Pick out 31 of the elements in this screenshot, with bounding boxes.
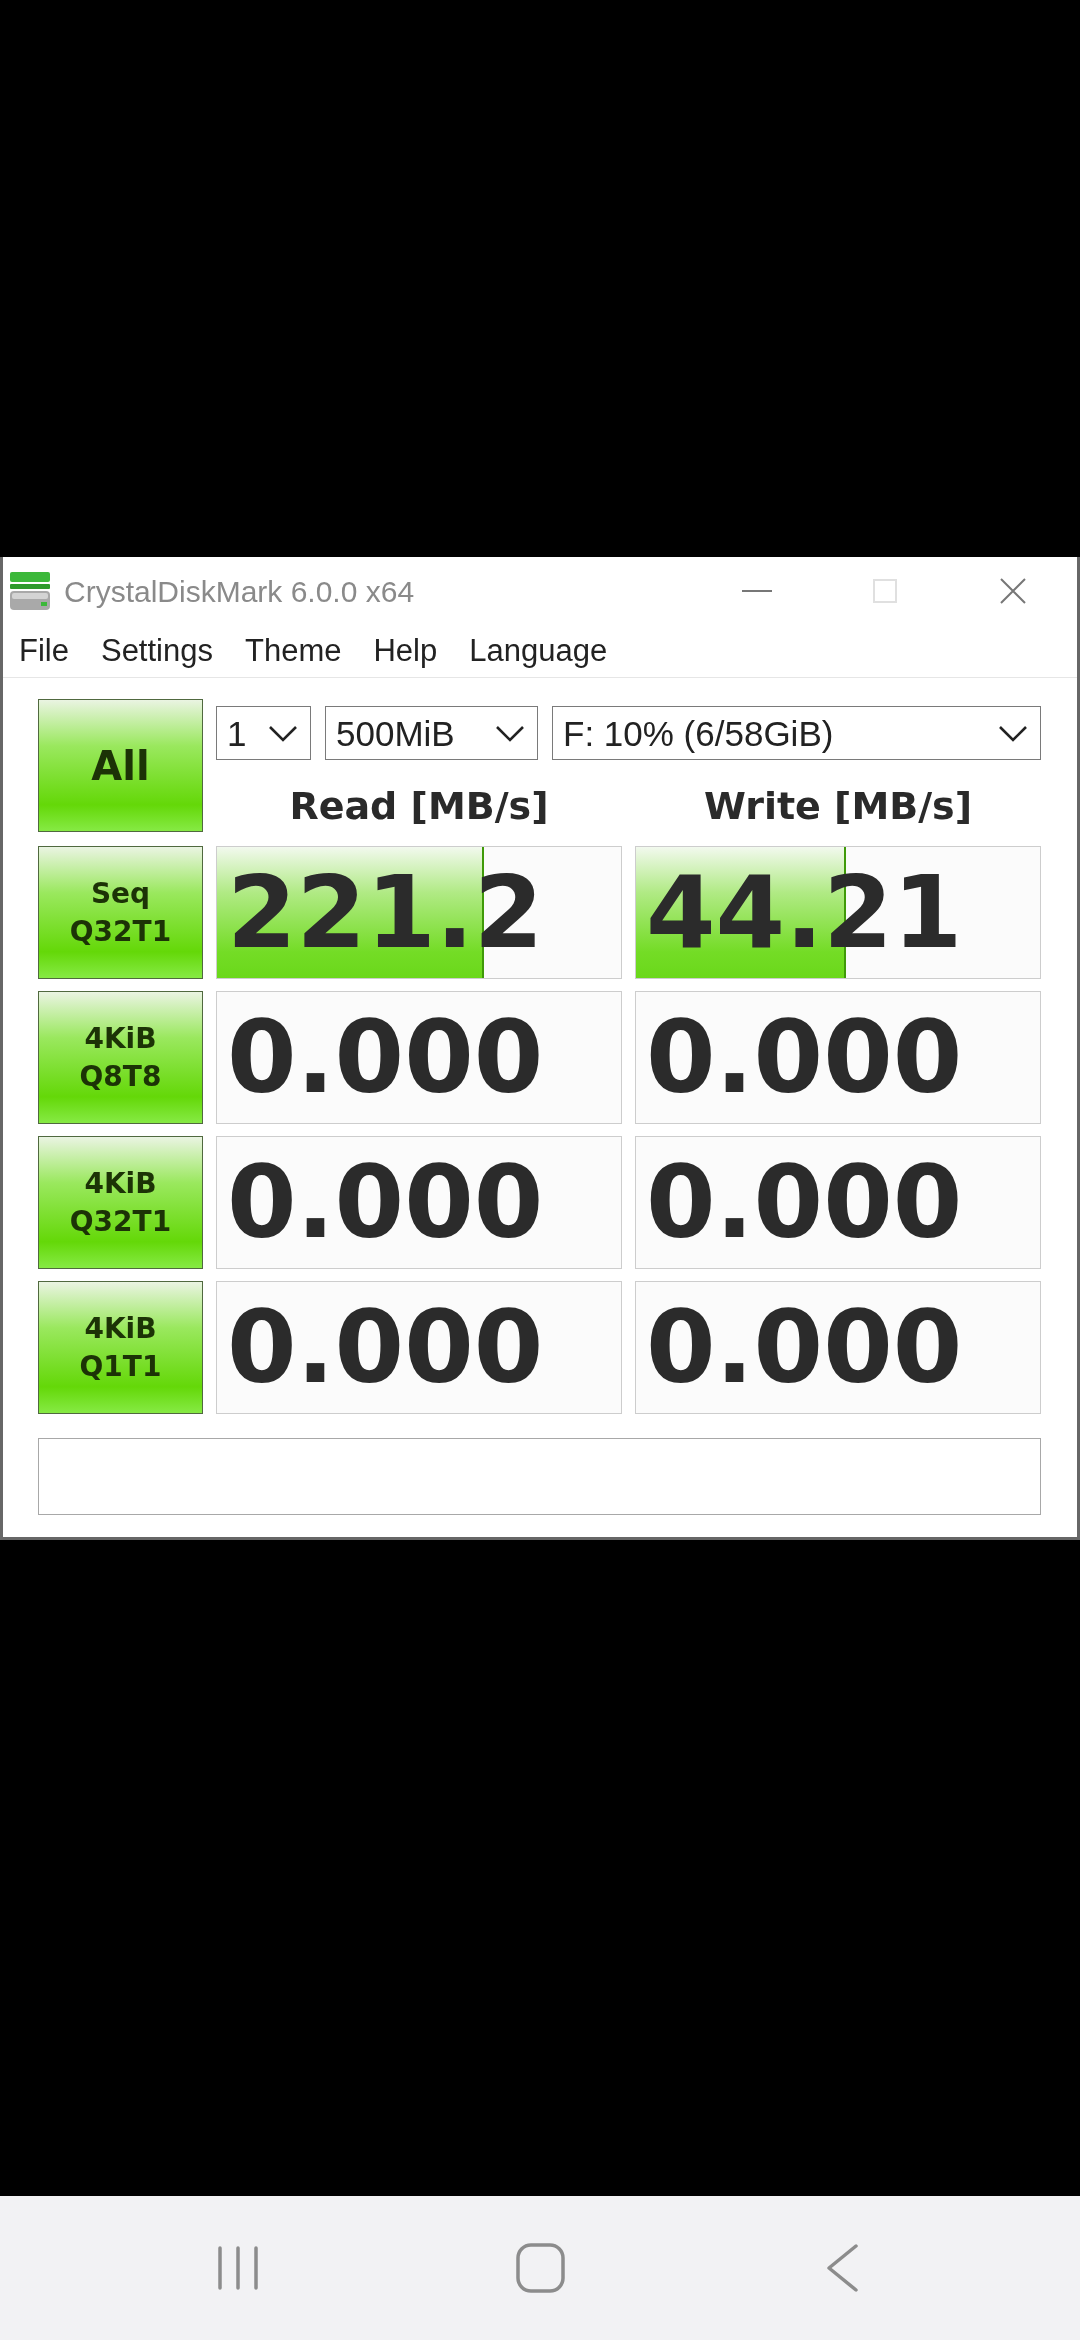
test-button[interactable]: 4KiB Q8T8 (38, 991, 203, 1124)
menu-item[interactable]: Language (453, 627, 624, 675)
speed-value: 0.000 (645, 1007, 963, 1108)
all-button[interactable]: All (38, 699, 203, 832)
speed-value: 0.000 (645, 1297, 963, 1398)
menu-item[interactable]: Help (357, 627, 454, 675)
chevron-icon (268, 724, 298, 742)
dropdown[interactable]: 1 (216, 706, 311, 760)
dropdown[interactable]: F: 10% (6/58GiB) (552, 706, 1041, 760)
test-button[interactable]: Seq Q32T1 (38, 846, 203, 979)
chevron-icon (495, 724, 525, 742)
column-header: Read [MB/s] (289, 787, 549, 825)
test-button[interactable]: 4KiB Q1T1 (38, 1281, 203, 1414)
comment-field[interactable] (38, 1438, 1041, 1515)
menu-item[interactable]: Settings (84, 627, 229, 675)
speed-value: 0.000 (645, 1152, 963, 1253)
test-button[interactable]: 4KiB Q32T1 (38, 1136, 203, 1269)
chevron-icon (998, 724, 1028, 742)
window-title: CrystalDiskMark 6.0.0 x64 (64, 573, 415, 610)
speed-value: 0.000 (226, 1297, 544, 1398)
column-header: Write [MB/s] (703, 787, 973, 825)
menu-item[interactable]: Theme (228, 627, 358, 675)
recent-apps-icon[interactable] (217, 2245, 259, 2291)
speed-value: 0.000 (226, 1007, 544, 1108)
home-icon[interactable] (515, 2243, 565, 2293)
menu-item[interactable]: File (3, 627, 85, 675)
speed-value: 0.000 (226, 1152, 544, 1253)
close-icon[interactable] (1000, 578, 1026, 604)
back-icon[interactable] (826, 2244, 858, 2292)
disk-drive-icon (8, 569, 52, 613)
dropdown[interactable]: 500MiB (325, 706, 538, 760)
